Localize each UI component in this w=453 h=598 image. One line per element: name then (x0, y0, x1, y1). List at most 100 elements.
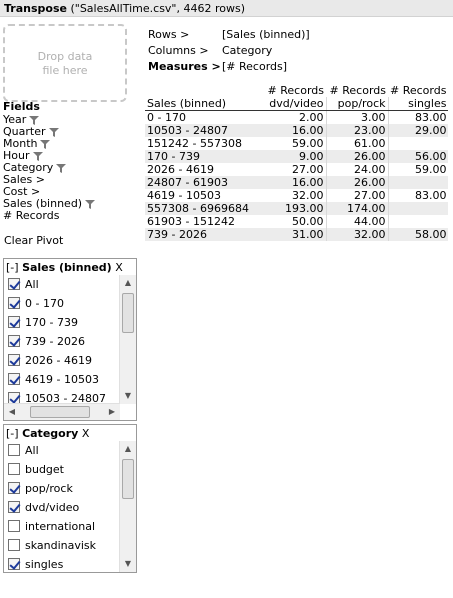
filter-option[interactable]: All (4, 275, 119, 294)
filter-option[interactable]: budget (4, 460, 119, 479)
window-title-bar: Transpose ("SalesAllTime.csv", 4462 rows… (0, 0, 453, 17)
table-cell: 23.00 (326, 124, 389, 137)
checkbox[interactable] (8, 354, 20, 366)
option-label: All (25, 444, 39, 457)
option-label: 2026 - 4619 (25, 354, 92, 367)
option-label: singles (25, 558, 64, 571)
checkbox[interactable] (8, 297, 20, 309)
columns-value: Category (222, 44, 273, 57)
table-cell: 59.00 (414, 163, 447, 176)
checkbox[interactable] (8, 335, 20, 347)
file-drop-zone[interactable]: Drop data file here (3, 24, 127, 102)
filter-option[interactable]: singles (4, 555, 119, 572)
checkbox[interactable] (8, 444, 20, 456)
table-cell: 2.00 (264, 110, 327, 124)
close-button[interactable]: X (115, 261, 123, 274)
table-cell (388, 215, 448, 228)
horizontal-scrollbar[interactable]: ◀ ▶ (4, 403, 120, 420)
vertical-scrollbar[interactable]: ▲ ▼ (119, 441, 136, 572)
collapse-button[interactable]: [-] (6, 427, 19, 440)
clear-pivot-link[interactable]: Clear Pivot (4, 234, 63, 247)
category-filter-title: Category (22, 427, 79, 440)
table-row: 24807 - 61903 16.00 26.00 (145, 176, 449, 189)
close-button[interactable]: X (82, 427, 90, 440)
option-label: All (25, 278, 39, 291)
checkbox[interactable] (8, 539, 20, 551)
measure-header-2: # Records (329, 84, 386, 97)
table-cell: 174.00 (326, 202, 389, 215)
filter-funnel-icon[interactable] (48, 127, 59, 137)
filter-funnel-icon[interactable] (40, 139, 51, 149)
scroll-down-icon[interactable]: ▼ (120, 388, 136, 404)
scroll-down-icon[interactable]: ▼ (120, 556, 136, 572)
rows-button[interactable]: Rows > (148, 28, 222, 44)
measures-value: [# Records] (222, 60, 288, 73)
table-cell: 26.00 (326, 150, 389, 163)
measures-button[interactable]: Measures > (148, 60, 222, 76)
scroll-right-icon[interactable]: ▶ (104, 404, 120, 420)
row-label: 4619 - 10503 (147, 189, 221, 202)
h-scroll-thumb[interactable] (30, 406, 90, 418)
scroll-thumb[interactable] (122, 293, 134, 333)
filter-option[interactable]: dvd/video (4, 498, 119, 517)
option-label: 170 - 739 (25, 316, 78, 329)
filter-option[interactable]: 170 - 739 (4, 313, 119, 332)
table-cell (388, 176, 449, 189)
sales-filter-title: Sales (binned) (22, 261, 112, 274)
row-header: Sales (binned) (145, 97, 264, 111)
table-cell: 61.00 (326, 137, 389, 150)
filter-option[interactable]: All (4, 441, 119, 460)
field-item[interactable]: # Records (3, 210, 133, 222)
filter-funnel-icon[interactable] (29, 115, 40, 125)
checkbox[interactable] (8, 373, 20, 385)
option-label: 4619 - 10503 (25, 373, 99, 386)
filter-funnel-icon[interactable] (85, 199, 96, 209)
sales-filter-list: All 0 - 170 170 - 739 739 - 2026 2026 - 4619… (4, 275, 119, 403)
scroll-up-icon[interactable]: ▲ (120, 275, 136, 291)
filter-option[interactable]: international (4, 517, 119, 536)
option-label: pop/rock (25, 482, 73, 495)
column-header-pop-rock: pop/rock (326, 97, 389, 111)
app-title: Transpose (4, 2, 67, 15)
table-cell: 32.00 (264, 189, 327, 202)
drop-zone-line2: file here (42, 64, 88, 77)
checkbox[interactable] (8, 520, 20, 532)
filter-option[interactable]: 739 - 2026 (4, 332, 119, 351)
table-cell: 3.00 (326, 110, 389, 124)
row-label: 61903 - 151242 (147, 215, 235, 228)
row-label: 151242 - 557308 (147, 137, 242, 150)
vertical-scrollbar[interactable]: ▲ ▼ (119, 275, 136, 404)
checkbox[interactable] (8, 278, 20, 290)
drop-zone-line1: Drop data (37, 50, 93, 63)
filter-option[interactable]: 4619 - 10503 (4, 370, 119, 389)
columns-button[interactable]: Columns > (148, 44, 222, 60)
filter-option[interactable]: pop/rock (4, 479, 119, 498)
scroll-left-icon[interactable]: ◀ (4, 404, 20, 420)
filter-option[interactable]: 2026 - 4619 (4, 351, 119, 370)
table-cell: 83.00 (414, 189, 447, 202)
checkbox[interactable] (8, 482, 20, 494)
table-cell: 16.00 (264, 124, 327, 137)
table-cell: 59.00 (264, 137, 327, 150)
filter-funnel-icon[interactable] (56, 163, 67, 173)
filter-option[interactable]: 0 - 170 (4, 294, 119, 313)
row-label: 2026 - 4619 (147, 163, 214, 176)
table-row: 557308 - 6969684 193.00 174.00 (145, 202, 449, 215)
checkbox[interactable] (8, 463, 20, 475)
pivot-config: Rows > [Sales (binned)] Columns > Catego… (148, 28, 310, 76)
checkbox[interactable] (8, 392, 20, 403)
checkbox[interactable] (8, 558, 20, 570)
scroll-thumb[interactable] (122, 459, 134, 499)
filter-funnel-icon[interactable] (32, 151, 43, 161)
scroll-up-icon[interactable]: ▲ (120, 441, 136, 457)
rows-value: [Sales (binned)] (222, 28, 310, 41)
collapse-button[interactable]: [-] (6, 261, 19, 274)
checkbox[interactable] (8, 501, 20, 513)
checkbox[interactable] (8, 316, 20, 328)
option-label: international (25, 520, 96, 533)
table-cell: 50.00 (264, 215, 327, 228)
filter-option[interactable]: 10503 - 24807 (4, 389, 119, 403)
row-label: 557308 - 6969684 (145, 202, 264, 215)
sales-filter-header: [-] Sales (binned) X (4, 259, 136, 275)
filter-option[interactable]: skandinavisk (4, 536, 119, 555)
